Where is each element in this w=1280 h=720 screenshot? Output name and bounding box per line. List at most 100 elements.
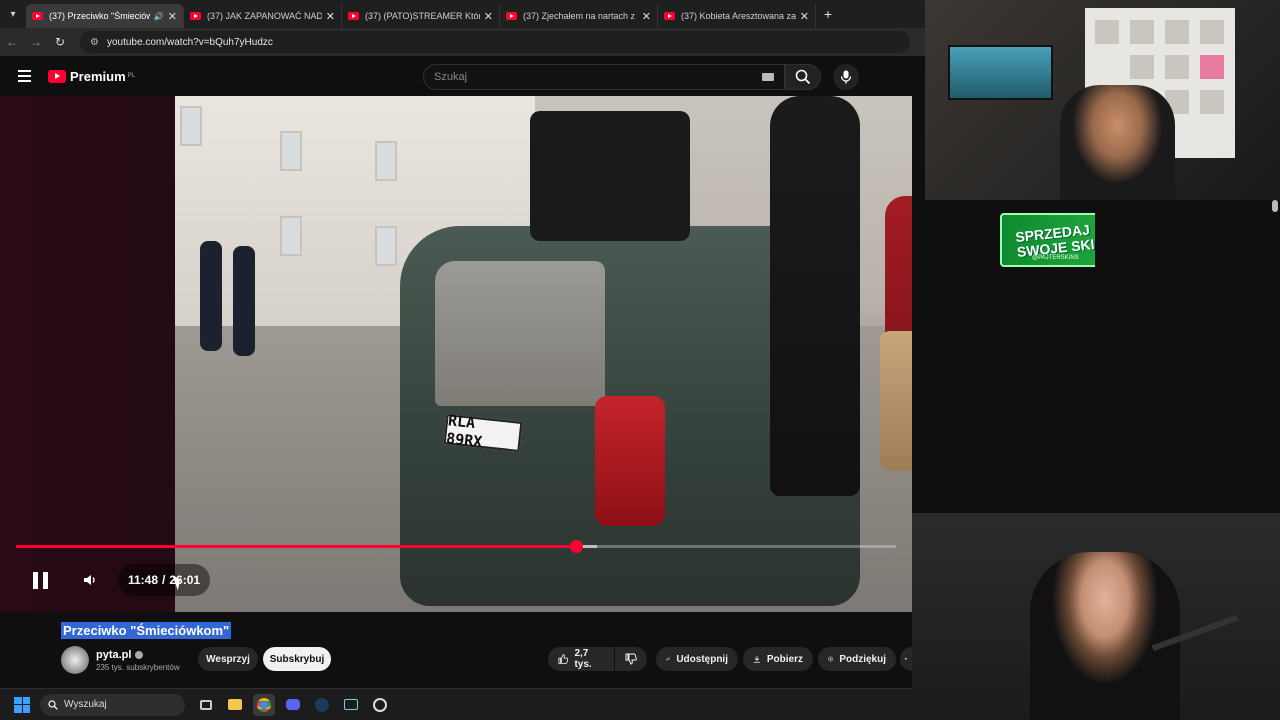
tab-search-menu-button[interactable]: ▾ [0,0,26,28]
search-icon [795,69,811,85]
like-button[interactable]: 2,7 tys. [548,647,614,671]
site-info-icon[interactable]: ⚙ [90,37,99,48]
microphone-icon [840,70,852,84]
time-separator: / [162,573,166,587]
share-button[interactable]: Udostępnij [656,647,738,671]
url-text: youtube.com/watch?v=bQuh7yHudzc [106,36,273,48]
steam-icon[interactable] [311,694,333,716]
tab-title: (37) (PATO)STREAMER Który Ni [365,11,480,21]
youtube-premium-logo[interactable]: Premium PL [48,69,135,84]
building-window [280,216,302,256]
police-officer [200,241,222,351]
youtube-favicon-icon [32,12,43,20]
browser-tab-5[interactable]: (37) Kobieta Aresztowana za Uj ✕ [658,4,816,28]
svg-text:$: $ [830,657,832,661]
search-icon [48,699,58,710]
building-window [180,106,202,146]
time-display[interactable]: 11:48 / 26:01 [118,564,211,596]
youtube-favicon-icon [348,12,359,20]
youtube-header: Premium PL Szukaj [0,56,925,96]
browser-tab-strip: ▾ (37) Przeciwko "Śmieciówk 🔊 ✕ (37) JAK… [0,0,925,28]
youtube-favicon-icon [506,12,517,20]
thanks-icon: $ [828,656,834,662]
task-view-icon[interactable] [195,694,217,716]
shelf-cell [1200,90,1224,114]
volume-button[interactable] [78,568,102,592]
police-officer [233,246,255,356]
shelf-cell [1130,55,1154,79]
obs-icon[interactable] [369,694,391,716]
menu-icon[interactable] [0,70,48,82]
shelf-cell [1165,20,1189,44]
like-count: 2,7 tys. [574,648,592,670]
xbox-app-icon[interactable] [340,694,362,716]
download-button[interactable]: Pobierz [743,647,813,671]
channel-avatar[interactable] [61,646,89,674]
shelf-cell [1095,20,1119,44]
thumbs-up-icon [558,654,569,664]
close-tab-icon[interactable]: ✕ [800,10,809,23]
pause-button[interactable] [28,568,52,592]
subscribe-label: Subskrybuj [269,653,325,665]
forward-icon[interactable]: → [24,35,48,49]
tab-title: (37) Kobieta Aresztowana za Uj [681,11,796,21]
scrollbar[interactable] [1272,200,1278,212]
back-icon[interactable]: ← [0,35,24,49]
protester [770,96,860,496]
discord-icon[interactable] [282,694,304,716]
tab-title: (37) Przeciwko "Śmieciówk [49,11,150,21]
new-tab-button[interactable]: + [816,6,840,22]
browser-tab-2[interactable]: (37) JAK ZAPANOWAĆ NAD BY ✕ [184,4,342,28]
share-icon [666,656,671,661]
file-explorer-icon[interactable] [224,694,246,716]
voice-search-button[interactable] [833,64,859,90]
join-button[interactable]: Wesprzyj [198,647,258,671]
shelf-cell [1130,20,1154,44]
url-field[interactable]: ⚙ youtube.com/watch?v=bQuh7yHudzc [80,31,910,53]
channel-name-row[interactable]: pyta.pl [96,649,180,661]
search-button[interactable] [785,64,821,90]
progress-bar[interactable] [16,540,896,553]
browser-tab-3[interactable]: (37) (PATO)STREAMER Który Ni ✕ [342,4,500,28]
reload-icon[interactable]: ↻ [48,35,72,49]
search-input[interactable]: Szukaj [423,64,785,90]
close-tab-icon[interactable]: ✕ [326,10,335,23]
streamer-bottom [1030,552,1180,720]
keyboard-icon[interactable] [762,73,774,81]
video-frame[interactable]: RLA 89RX [175,96,912,612]
dislike-button[interactable] [615,647,647,671]
volume-icon [84,575,95,585]
thumbs-down-icon [625,653,637,665]
speaker-icon[interactable]: 🔊 [154,12,164,21]
close-tab-icon[interactable]: ✕ [168,10,177,23]
close-tab-icon[interactable]: ✕ [642,10,651,23]
thanks-button[interactable]: $ Podziękuj [818,647,896,671]
windows-taskbar: Wyszukaj [0,688,912,720]
speaker-on-roof [530,111,690,241]
sponsor-handle: @PAJTERSKINS [1032,255,1079,261]
browser-tab-4[interactable]: (37) Zjechałem na nartach z Mo ✕ [500,4,658,28]
windows-start-icon[interactable] [14,696,30,713]
youtube-favicon-icon [664,12,675,20]
browser-tab-1[interactable]: (37) Przeciwko "Śmieciówk 🔊 ✕ [26,4,184,28]
more-actions-button[interactable]: · [900,647,912,671]
youtube-logo-icon [48,69,66,83]
logo-text: Premium [70,68,126,84]
video-title: Przeciwko "Śmieciówkom" [61,622,232,639]
subscribe-button[interactable]: Subskrybuj [263,647,331,671]
region-code: PL [127,72,135,79]
current-time: 11:48 [128,573,159,587]
taskbar-search[interactable]: Wyszukaj [40,693,185,716]
share-label: Udostępnij [676,653,728,665]
close-tab-icon[interactable]: ✕ [484,10,493,23]
screen: { "browser": { "tabs": [ {"title": "(37)… [0,0,1280,720]
channel-name[interactable]: pyta.pl [96,649,131,661]
car-taillight [595,396,665,526]
video-player[interactable]: RLA 89RX 11:48 / 26:01 [0,96,912,612]
download-icon [753,655,760,663]
streamer-top [1060,85,1175,200]
channel-info: pyta.pl 235 tys. subskrybentów [61,646,180,674]
chrome-icon[interactable] [253,693,275,716]
license-plate: RLA 89RX [443,411,523,452]
search-placeholder: Szukaj [434,71,468,83]
